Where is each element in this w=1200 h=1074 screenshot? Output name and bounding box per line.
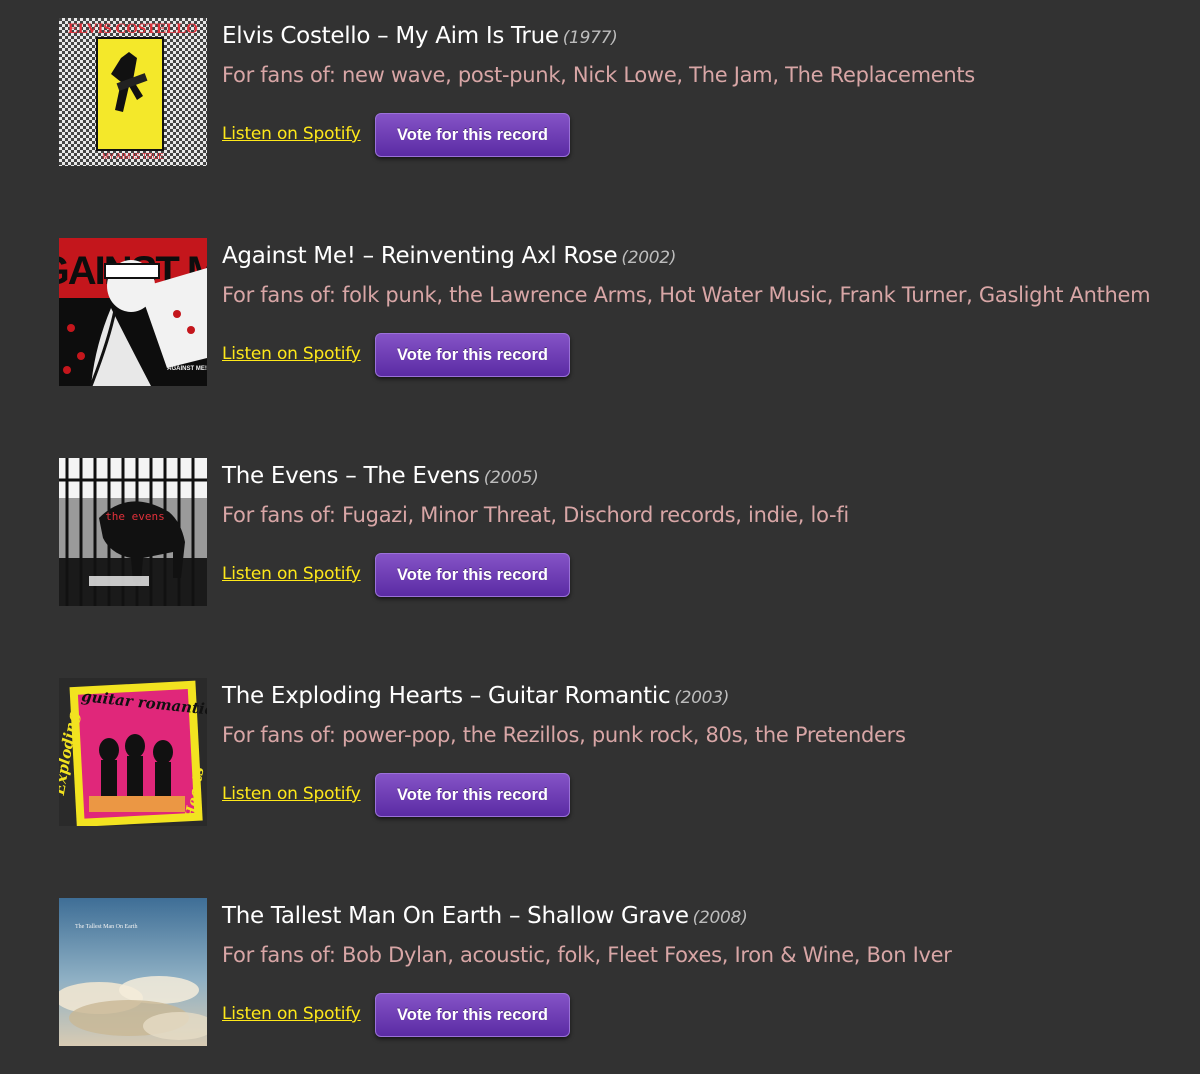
vote-button[interactable]: Vote for this record bbox=[375, 773, 570, 817]
record-item: AGAINST ME! AGAINST ME! Against Me! – Re… bbox=[59, 238, 1189, 388]
record-title: The Evens – The Evens (2005) bbox=[222, 463, 539, 489]
record-title-text: Elvis Costello – My Aim Is True bbox=[222, 23, 559, 49]
cover-album-text: MY AIM IS TRUE bbox=[102, 152, 164, 161]
album-cover: guitar romantic Exploding Hearts bbox=[59, 678, 207, 826]
record-item: the evens The Evens – The Evens (2005) Fo… bbox=[59, 458, 1189, 608]
fans-of-text: For fans of: new wave, post-punk, Nick L… bbox=[222, 63, 975, 87]
album-cover: ELVIS COSTELLO MY AIM IS TRUE bbox=[59, 18, 207, 166]
record-title: The Exploding Hearts – Guitar Romantic (2… bbox=[222, 683, 729, 709]
album-cover: the evens bbox=[59, 458, 207, 606]
cover-band-text: the evens bbox=[105, 510, 165, 523]
fans-of-text: For fans of: Bob Dylan, acoustic, folk, … bbox=[222, 943, 952, 967]
record-title-text: The Exploding Hearts – Guitar Romantic bbox=[222, 683, 671, 709]
cover-artist-text: The Tallest Man On Earth bbox=[75, 924, 137, 930]
vote-button[interactable]: Vote for this record bbox=[375, 113, 570, 157]
cover-artist-text: ELVIS COSTELLO bbox=[68, 21, 198, 37]
record-item: The Tallest Man On Earth The Tallest Man… bbox=[59, 898, 1189, 1048]
vote-button[interactable]: Vote for this record bbox=[375, 333, 570, 377]
record-year: (2005) bbox=[483, 468, 539, 488]
record-year: (2003) bbox=[674, 688, 730, 708]
fans-of-text: For fans of: power-pop, the Rezillos, pu… bbox=[222, 723, 906, 747]
record-title-text: The Tallest Man On Earth – Shallow Grave bbox=[222, 903, 689, 929]
record-year: (2008) bbox=[692, 908, 748, 928]
fans-of-text: For fans of: Fugazi, Minor Threat, Disch… bbox=[222, 503, 849, 527]
record-title: The Tallest Man On Earth – Shallow Grave… bbox=[222, 903, 748, 929]
record-title: Against Me! – Reinventing Axl Rose (2002) bbox=[222, 243, 676, 269]
vote-button[interactable]: Vote for this record bbox=[375, 993, 570, 1037]
record-title: Elvis Costello – My Aim Is True (1977) bbox=[222, 23, 618, 49]
fans-of-text: For fans of: folk punk, the Lawrence Arm… bbox=[222, 283, 1151, 307]
listen-on-spotify-link[interactable]: Listen on Spotify bbox=[222, 344, 361, 364]
listen-on-spotify-link[interactable]: Listen on Spotify bbox=[222, 124, 361, 144]
record-title-text: Against Me! – Reinventing Axl Rose bbox=[222, 243, 618, 269]
album-cover: The Tallest Man On Earth bbox=[59, 898, 207, 1046]
record-item: guitar romantic Exploding Hearts The Exp… bbox=[59, 678, 1189, 828]
cover-album-text: AGAINST ME! bbox=[167, 366, 207, 372]
record-year: (1977) bbox=[562, 28, 618, 48]
record-item: ELVIS COSTELLO MY AIM IS TRUE Elvis Cost… bbox=[59, 18, 1189, 168]
listen-on-spotify-link[interactable]: Listen on Spotify bbox=[222, 784, 361, 804]
record-title-text: The Evens – The Evens bbox=[222, 463, 480, 489]
record-year: (2002) bbox=[621, 248, 677, 268]
vote-button[interactable]: Vote for this record bbox=[375, 553, 570, 597]
listen-on-spotify-link[interactable]: Listen on Spotify bbox=[222, 564, 361, 584]
listen-on-spotify-link[interactable]: Listen on Spotify bbox=[222, 1004, 361, 1024]
album-cover: AGAINST ME! AGAINST ME! bbox=[59, 238, 207, 386]
